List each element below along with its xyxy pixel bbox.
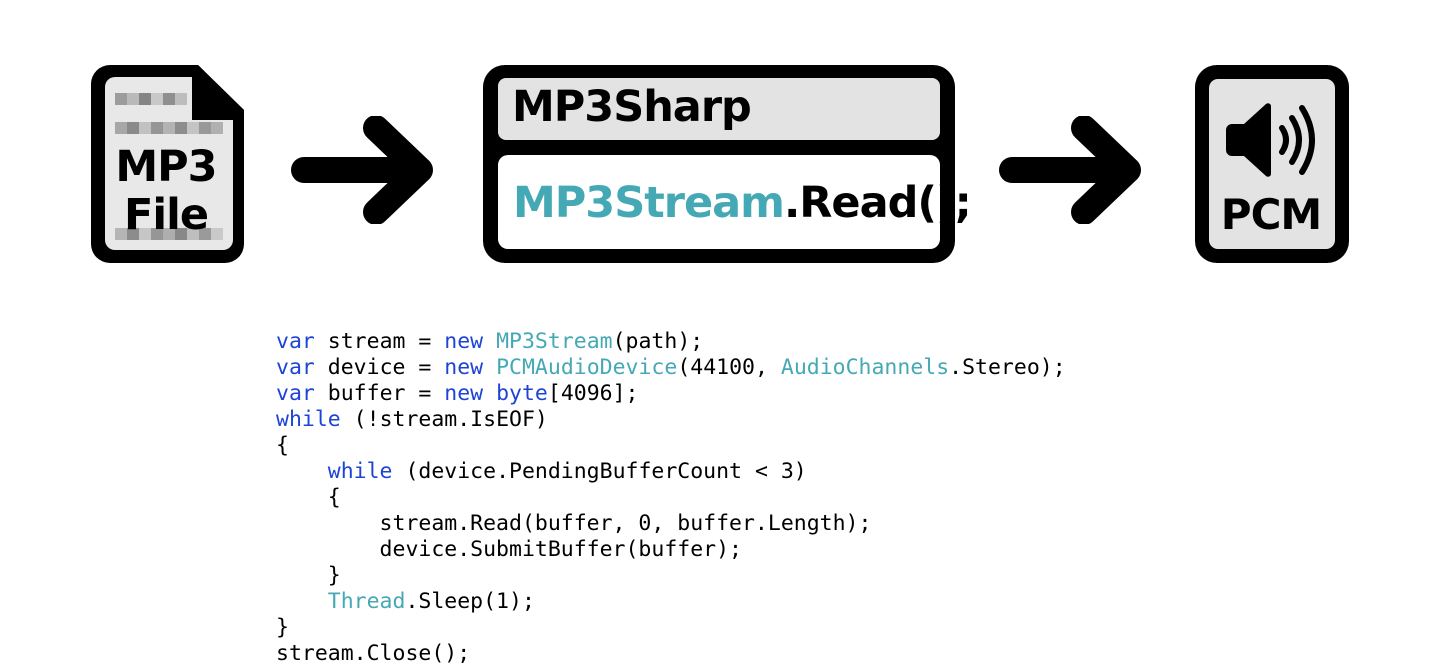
code-keyword: var [276,329,315,354]
code-line: var device = new PCMAudioDevice(44100, A… [276,355,1066,381]
code-line: stream.Close(); [276,641,1066,667]
code-keyword: byte [496,381,548,406]
code-text: (!stream.IsEOF) [340,407,548,432]
code-keyword: new [444,329,484,354]
code-keyword: new [444,381,484,406]
code-text: stream = [314,329,445,354]
code-line: device.SubmitBuffer(buffer); [276,537,1066,563]
arrow-right-icon [999,116,1141,224]
code-type: AudioChannels [780,355,950,380]
code-line: Thread.Sleep(1); [276,589,1066,615]
code-text: [4096]; [547,381,639,406]
code-line: } [276,615,1066,641]
code-keyword: while [276,407,341,432]
code-text: (device.PendingBufferCount < 3) [392,459,807,484]
code-line: while (device.PendingBufferCount < 3) [276,459,1066,485]
code-line: while (!stream.IsEOF) [276,407,1066,433]
code-keyword: new [444,355,484,380]
library-call-class: MP3Stream [513,178,785,228]
code-line: stream.Read(buffer, 0, buffer.Length); [276,511,1066,537]
library-call-method: .Read(); [783,178,972,228]
code-keyword: var [276,355,315,380]
code-text: } [276,563,341,588]
code-text: { [276,433,289,458]
code-line: var stream = new MP3Stream(path); [276,329,1066,355]
arrow-right-icon [291,116,433,224]
code-listing: var stream = new MP3Stream(path); var dev… [276,329,1066,667]
code-line: } [276,563,1066,589]
code-line: var buffer = new byte[4096]; [276,381,1066,407]
code-line: { [276,433,1066,459]
code-line: { [276,485,1066,511]
library-call: MP3Stream.Read(); [513,182,972,225]
output-label: PCM [1220,190,1322,239]
code-text: } [276,615,289,640]
code-type: PCMAudioDevice [496,355,678,380]
speaker-icon [1226,103,1315,177]
code-text: .Stereo); [949,355,1066,380]
code-text: device = [314,355,445,380]
code-text: { [276,485,341,510]
code-text: buffer = [314,381,445,406]
code-text: stream.Read(buffer, 0, buffer.Length); [276,511,872,536]
code-text: stream.Close(); [276,641,471,666]
code-type: MP3Stream [496,329,613,354]
library-title: MP3Sharp [512,82,752,132]
code-type: Thread [327,589,406,614]
code-text: device.SubmitBuffer(buffer); [276,537,742,562]
file-label-line1: MP3 [115,142,217,192]
file-label-line2: File [123,190,209,240]
code-keyword: var [276,381,315,406]
code-text: (44100, [677,355,781,380]
code-text: .Sleep(1); [405,589,535,614]
code-text: (path); [612,329,704,354]
code-keyword: while [327,459,393,484]
